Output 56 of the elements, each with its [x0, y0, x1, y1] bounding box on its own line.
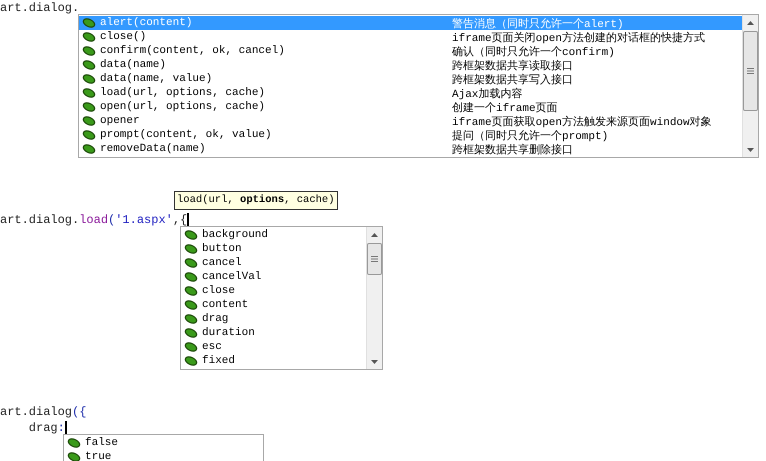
- leaf-icon: [82, 60, 96, 70]
- leaf-icon: [184, 230, 198, 240]
- leaf-icon: [184, 300, 198, 310]
- code-line: art.dialog.: [0, 1, 80, 15]
- grip-icon: [371, 256, 378, 262]
- leaf-icon: [67, 452, 81, 461]
- completion-item[interactable]: fixed: [181, 354, 366, 368]
- scroll-down-icon[interactable]: [747, 148, 754, 152]
- leaf-icon: [82, 46, 96, 56]
- scroll-up-icon[interactable]: [371, 232, 378, 236]
- scrollbar[interactable]: [366, 227, 382, 369]
- code-line: drag:: [28, 421, 65, 435]
- completion-item[interactable]: esc: [181, 340, 366, 354]
- completion-item[interactable]: duration: [181, 326, 366, 340]
- completion-item[interactable]: cancel: [181, 256, 366, 270]
- leaf-icon: [82, 18, 96, 28]
- leaf-icon: [82, 102, 96, 112]
- completion-item[interactable]: opener iframe页面获取open方法触发来源页面window对象: [79, 114, 742, 128]
- leaf-icon: [82, 116, 96, 126]
- leaf-icon: [82, 88, 96, 98]
- completion-item[interactable]: removeData(name) 跨框架数据共享删除接口: [79, 142, 742, 156]
- parameter-tooltip: load(url, options, cache): [174, 191, 338, 210]
- completion-item[interactable]: content: [181, 298, 366, 312]
- scrollbar[interactable]: [742, 15, 758, 157]
- leaf-icon: [184, 314, 198, 324]
- leaf-icon: [184, 356, 198, 366]
- scroll-up-icon[interactable]: [747, 20, 754, 24]
- leaf-icon: [82, 130, 96, 140]
- leaf-icon: [184, 286, 198, 296]
- completion-item[interactable]: load(url, options, cache) Ajax加载内容: [79, 86, 742, 100]
- completion-item[interactable]: data(name, value) 跨框架数据共享写入接口: [79, 72, 742, 86]
- completion-item[interactable]: true: [64, 450, 263, 461]
- leaf-icon: [82, 144, 96, 154]
- completion-item[interactable]: open(url, options, cache) 创建一个iframe页面: [79, 100, 742, 114]
- leaf-icon: [82, 74, 96, 84]
- code-line: art.dialog.load('1.aspx',{: [0, 213, 188, 227]
- completion-item[interactable]: prompt(content, ok, value) 提问（同时只允许一个prompt): [79, 128, 742, 142]
- leaf-icon: [82, 32, 96, 42]
- leaf-icon: [184, 328, 198, 338]
- completion-item[interactable]: close() iframe页面关闭open方法创建的对话框的快捷方式: [79, 30, 742, 44]
- completion-item[interactable]: confirm(content, ok, cancel) 确认（同时只允许一个confirm): [79, 44, 742, 58]
- leaf-icon: [184, 272, 198, 282]
- leaf-icon: [184, 258, 198, 268]
- leaf-icon: [184, 244, 198, 254]
- completion-item[interactable]: cancelVal: [181, 270, 366, 284]
- completion-item[interactable]: background: [181, 228, 366, 242]
- completion-item[interactable]: false: [64, 436, 263, 450]
- completion-item[interactable]: drag: [181, 312, 366, 326]
- grip-icon: [747, 68, 754, 74]
- completion-item[interactable]: button: [181, 242, 366, 256]
- completion-item[interactable]: close: [181, 284, 366, 298]
- code-line: art.dialog({: [0, 405, 86, 419]
- leaf-icon: [184, 342, 198, 352]
- leaf-icon: [67, 438, 81, 448]
- scroll-down-icon[interactable]: [371, 360, 378, 364]
- completion-item[interactable]: data(name) 跨框架数据共享读取接口: [79, 58, 742, 72]
